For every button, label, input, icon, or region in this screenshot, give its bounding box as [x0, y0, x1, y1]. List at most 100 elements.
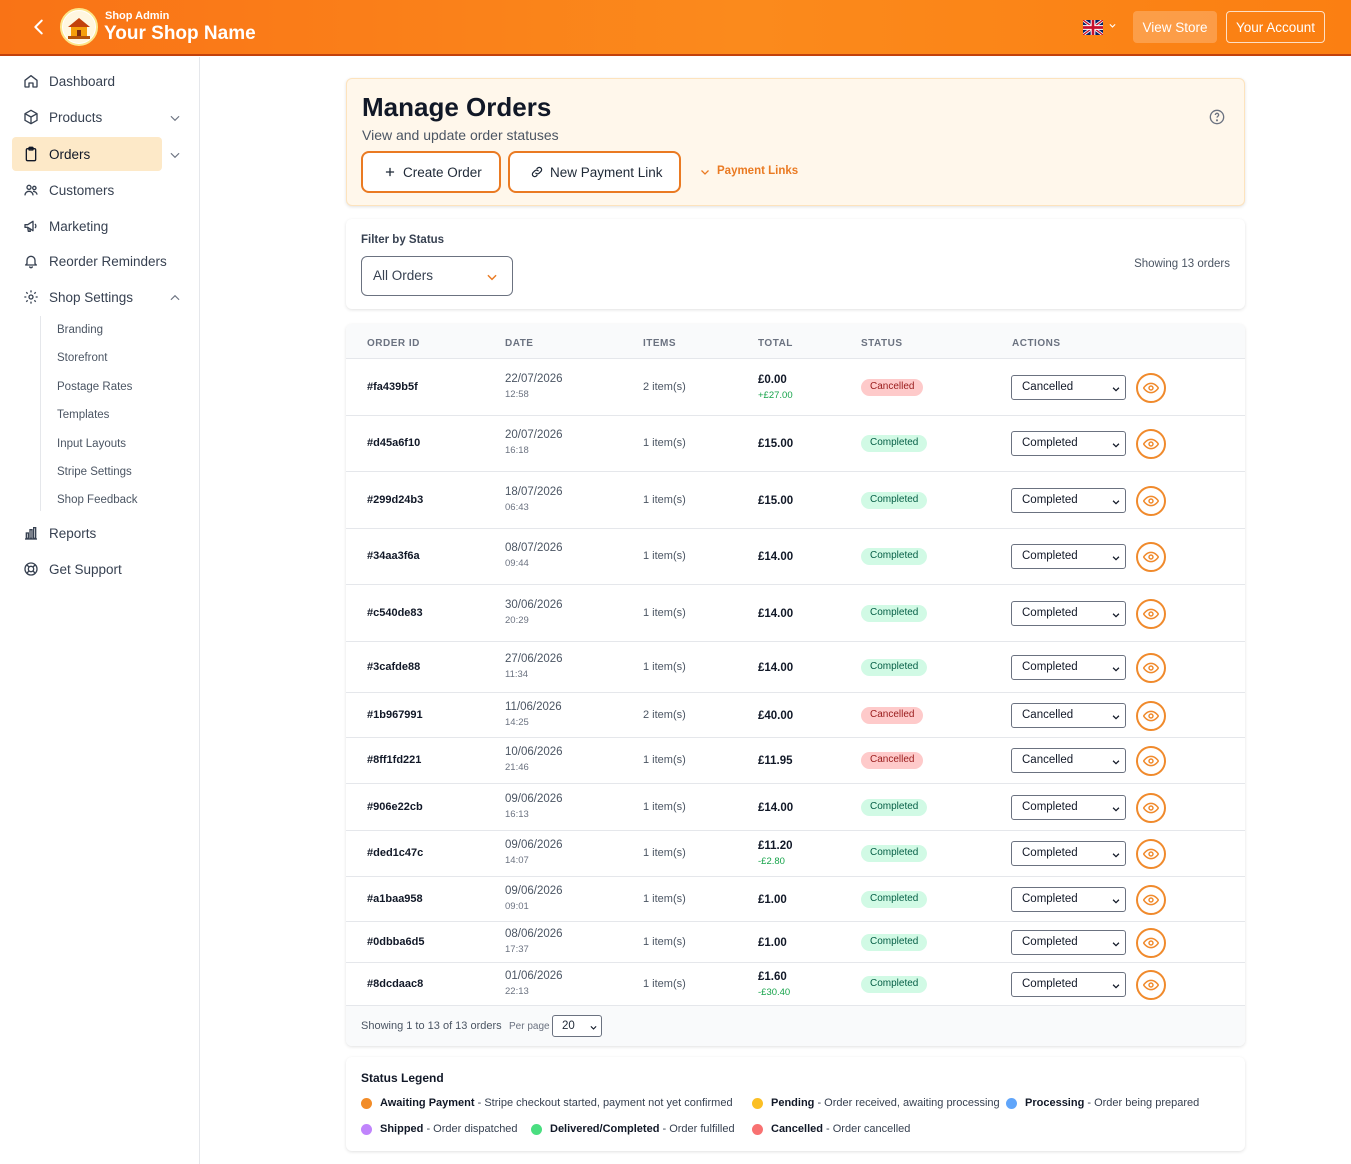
- manage-orders-panel: Manage Orders View and update order stat…: [346, 78, 1245, 206]
- legend-item: Processing - Order being prepared: [1006, 1097, 1199, 1109]
- eye-icon: [1143, 979, 1159, 990]
- order-items: 1 item(s): [643, 550, 686, 562]
- status-select[interactable]: Completed: [1011, 600, 1126, 626]
- view-order-button[interactable]: [1136, 927, 1166, 958]
- order-time: 09:01: [505, 900, 529, 912]
- shop-logo[interactable]: [60, 8, 98, 46]
- sidebar-subitem-templates[interactable]: Templates: [57, 409, 109, 421]
- sidebar-subitem-storefront[interactable]: Storefront: [57, 352, 108, 364]
- order-id[interactable]: #fa439b5f: [367, 381, 418, 393]
- per-page-select[interactable]: 20: [552, 1015, 602, 1037]
- products-chevron-down-icon[interactable]: [168, 111, 182, 125]
- status-select[interactable]: Cancelled: [1011, 374, 1126, 400]
- status-select[interactable]: Completed: [1011, 886, 1126, 912]
- status-select[interactable]: Completed: [1011, 544, 1126, 569]
- back-arrow-icon[interactable]: [28, 16, 50, 38]
- order-date: 08/07/2026 09:44: [505, 541, 563, 571]
- status-select[interactable]: Completed: [1011, 654, 1126, 680]
- order-id[interactable]: #8ff1fd221: [367, 754, 421, 766]
- order-total-value: £15.00: [758, 494, 794, 507]
- sidebar-subitem-input-layouts[interactable]: Input Layouts: [57, 438, 126, 450]
- status-select[interactable]: Completed: [1011, 487, 1126, 513]
- status-select[interactable]: Completed: [1011, 929, 1126, 955]
- status-dot-icon: [531, 1124, 542, 1135]
- status-select-value: Cancelled: [1022, 708, 1074, 721]
- status-select[interactable]: Cancelled: [1011, 748, 1126, 773]
- view-order-button[interactable]: [1136, 884, 1166, 915]
- order-items: 1 item(s): [643, 754, 686, 766]
- status-select-value: Completed: [1022, 800, 1078, 813]
- order-id[interactable]: #a1baa958: [367, 893, 423, 905]
- order-date-value: 22/07/2026: [505, 372, 563, 385]
- order-id[interactable]: #d45a6f10: [367, 437, 420, 449]
- view-order-button[interactable]: [1136, 652, 1166, 683]
- order-total-value: £11.20: [758, 840, 793, 852]
- view-order-button[interactable]: [1136, 485, 1166, 516]
- order-id[interactable]: #ded1c47c: [367, 847, 423, 859]
- view-order-button[interactable]: [1136, 598, 1166, 629]
- gear-icon: [24, 290, 38, 304]
- view-order-button[interactable]: [1136, 792, 1166, 823]
- sidebar-item-shop-settings[interactable]: Shop Settings: [12, 280, 188, 314]
- shop-settings-chevron-up-icon[interactable]: [168, 291, 182, 305]
- sidebar-item-dashboard[interactable]: Dashboard: [12, 64, 188, 98]
- sidebar-item-customers[interactable]: Customers: [12, 173, 188, 207]
- order-date: 10/06/2026 21:46: [505, 745, 563, 775]
- sidebar-subitem-shop-feedback[interactable]: Shop Feedback: [57, 494, 138, 506]
- sidebar-subitem-postage-rates[interactable]: Postage Rates: [57, 381, 132, 393]
- home-icon: [24, 75, 38, 88]
- order-date-value: 30/06/2026: [505, 598, 563, 611]
- status-select[interactable]: Completed: [1011, 841, 1126, 866]
- order-total-value: £11.95: [758, 755, 793, 767]
- order-id[interactable]: #3cafde88: [367, 661, 420, 673]
- payment-links-toggle[interactable]: Payment Links: [699, 165, 798, 177]
- sidebar-item-marketing[interactable]: Marketing: [12, 209, 188, 243]
- order-total: £0.00 +£27.00: [758, 373, 793, 403]
- status-select[interactable]: Completed: [1011, 971, 1126, 997]
- sidebar-item-products[interactable]: Products: [12, 100, 188, 134]
- order-id[interactable]: #906e22cb: [367, 801, 423, 813]
- status-badge: Completed: [861, 548, 928, 565]
- sidebar-item-label: Customers: [49, 182, 115, 198]
- order-id[interactable]: #8dcdaac8: [367, 978, 423, 990]
- sidebar-item-orders[interactable]: Orders: [12, 137, 162, 171]
- view-order-button[interactable]: [1136, 969, 1166, 1000]
- create-order-button[interactable]: Create Order: [361, 151, 501, 193]
- chevron-down-icon: [1112, 941, 1120, 947]
- orders-chevron-down-icon[interactable]: [168, 148, 182, 162]
- language-chevron-down-icon[interactable]: [1108, 21, 1117, 33]
- status-select[interactable]: Cancelled: [1011, 702, 1126, 728]
- view-order-button[interactable]: [1136, 839, 1166, 869]
- view-store-button[interactable]: View Store: [1133, 11, 1217, 43]
- uk-flag-icon[interactable]: [1082, 18, 1104, 37]
- view-order-button[interactable]: [1136, 700, 1166, 731]
- sidebar-item-reorder-reminders[interactable]: Reorder Reminders: [12, 244, 188, 278]
- status-select[interactable]: Completed: [1011, 431, 1126, 456]
- status-filter-select[interactable]: All Orders: [361, 256, 513, 296]
- help-icon[interactable]: [1209, 109, 1225, 125]
- sidebar-item-get-support[interactable]: Get Support: [12, 552, 188, 586]
- sidebar-subitem-branding[interactable]: Branding: [57, 324, 103, 336]
- order-id[interactable]: #1b967991: [367, 709, 423, 721]
- order-id[interactable]: #0dbba6d5: [367, 936, 424, 948]
- order-date-value: 20/07/2026: [505, 429, 563, 441]
- sidebar-subitem-stripe-settings[interactable]: Stripe Settings: [57, 466, 132, 478]
- your-account-button[interactable]: Your Account: [1226, 11, 1325, 43]
- status-select[interactable]: Completed: [1011, 794, 1126, 820]
- chevron-down-icon: [1112, 898, 1120, 904]
- sidebar-item-reports[interactable]: Reports: [12, 516, 188, 550]
- view-order-button[interactable]: [1136, 372, 1166, 403]
- status-badge: Completed: [861, 658, 928, 676]
- view-order-button[interactable]: [1136, 746, 1166, 776]
- view-order-button[interactable]: [1136, 429, 1166, 459]
- order-id[interactable]: #34aa3f6a: [367, 550, 420, 562]
- chevron-down-icon: [1112, 760, 1120, 765]
- new-payment-link-button[interactable]: New Payment Link: [508, 151, 681, 193]
- chevron-down-icon: [1112, 499, 1120, 505]
- order-id[interactable]: #c540de83: [367, 607, 423, 619]
- status-badge: Completed: [861, 798, 928, 816]
- table-footer: Showing 1 to 13 of 13 orders Per page 20: [346, 1006, 1245, 1046]
- view-order-button[interactable]: [1136, 542, 1166, 572]
- order-id[interactable]: #299d24b3: [367, 494, 423, 506]
- page-subtitle: View and update order statuses: [362, 127, 559, 143]
